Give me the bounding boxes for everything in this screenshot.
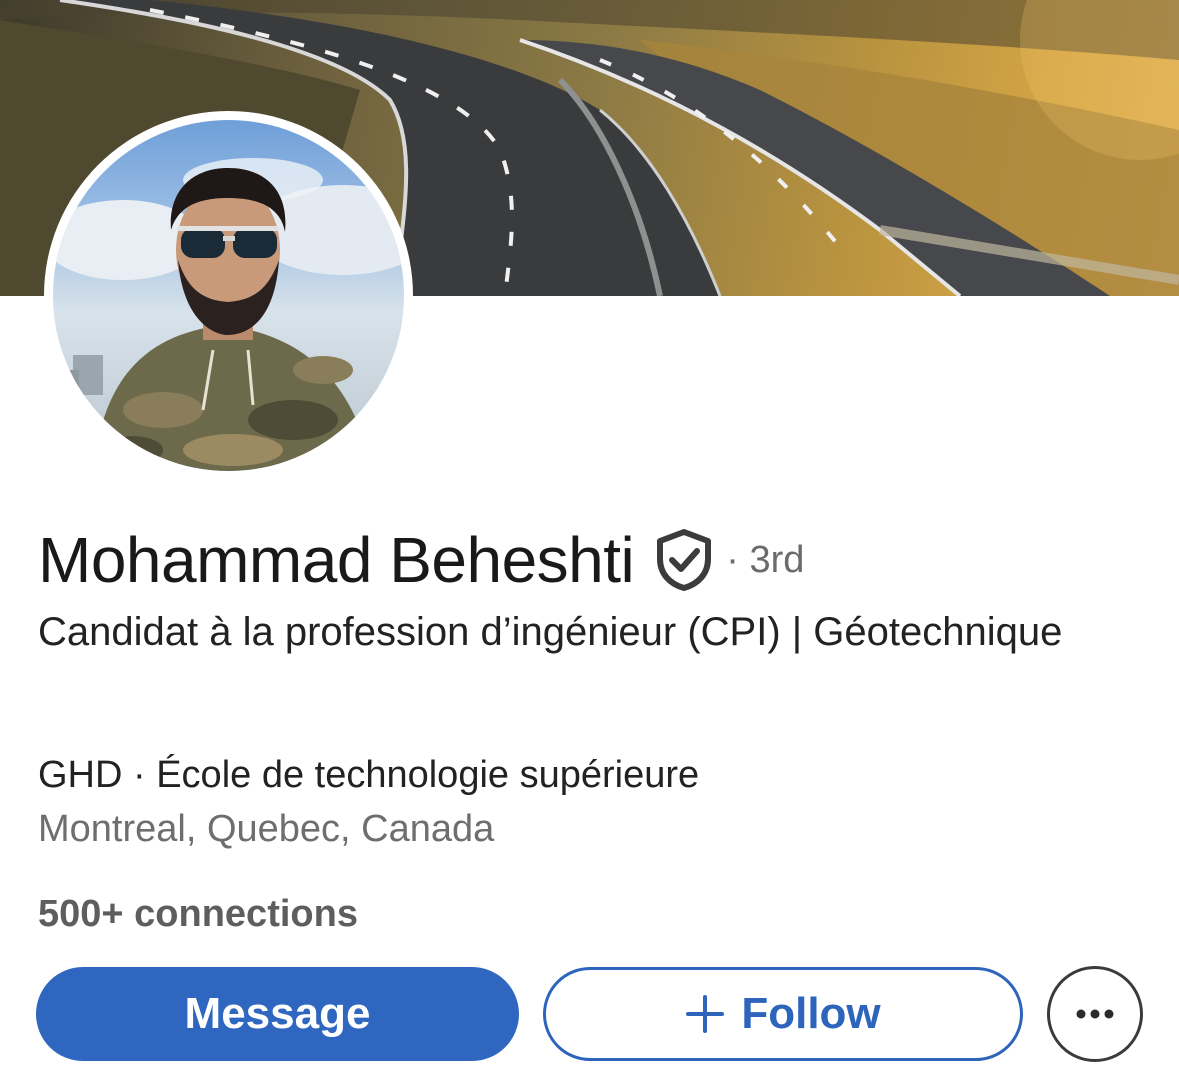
connection-degree: · 3rd xyxy=(726,538,805,581)
more-actions-button[interactable] xyxy=(1047,966,1143,1062)
profile-name: Mohammad Beheshti xyxy=(38,524,635,596)
follow-button-label: Follow xyxy=(741,989,881,1038)
message-button-label: Message xyxy=(184,989,371,1038)
profile-headline: Candidat à la profession d’ingénieur (CP… xyxy=(38,610,1063,654)
connections-count[interactable]: 500+ connections xyxy=(38,893,358,936)
profile-location: Montreal, Quebec, Canada xyxy=(38,808,495,850)
ellipsis-icon xyxy=(1076,1009,1114,1019)
profile-avatar[interactable] xyxy=(53,120,404,471)
profile-company-school[interactable]: GHD · École de technologie supérieure xyxy=(38,754,699,797)
follow-button[interactable]: Follow xyxy=(543,967,1023,1061)
avatar-photo xyxy=(53,158,404,471)
name-row: Mohammad Beheshti · 3rd xyxy=(38,520,804,600)
message-button[interactable]: Message xyxy=(36,967,519,1061)
verified-shield-icon[interactable] xyxy=(656,529,712,591)
plus-icon xyxy=(686,995,725,1033)
